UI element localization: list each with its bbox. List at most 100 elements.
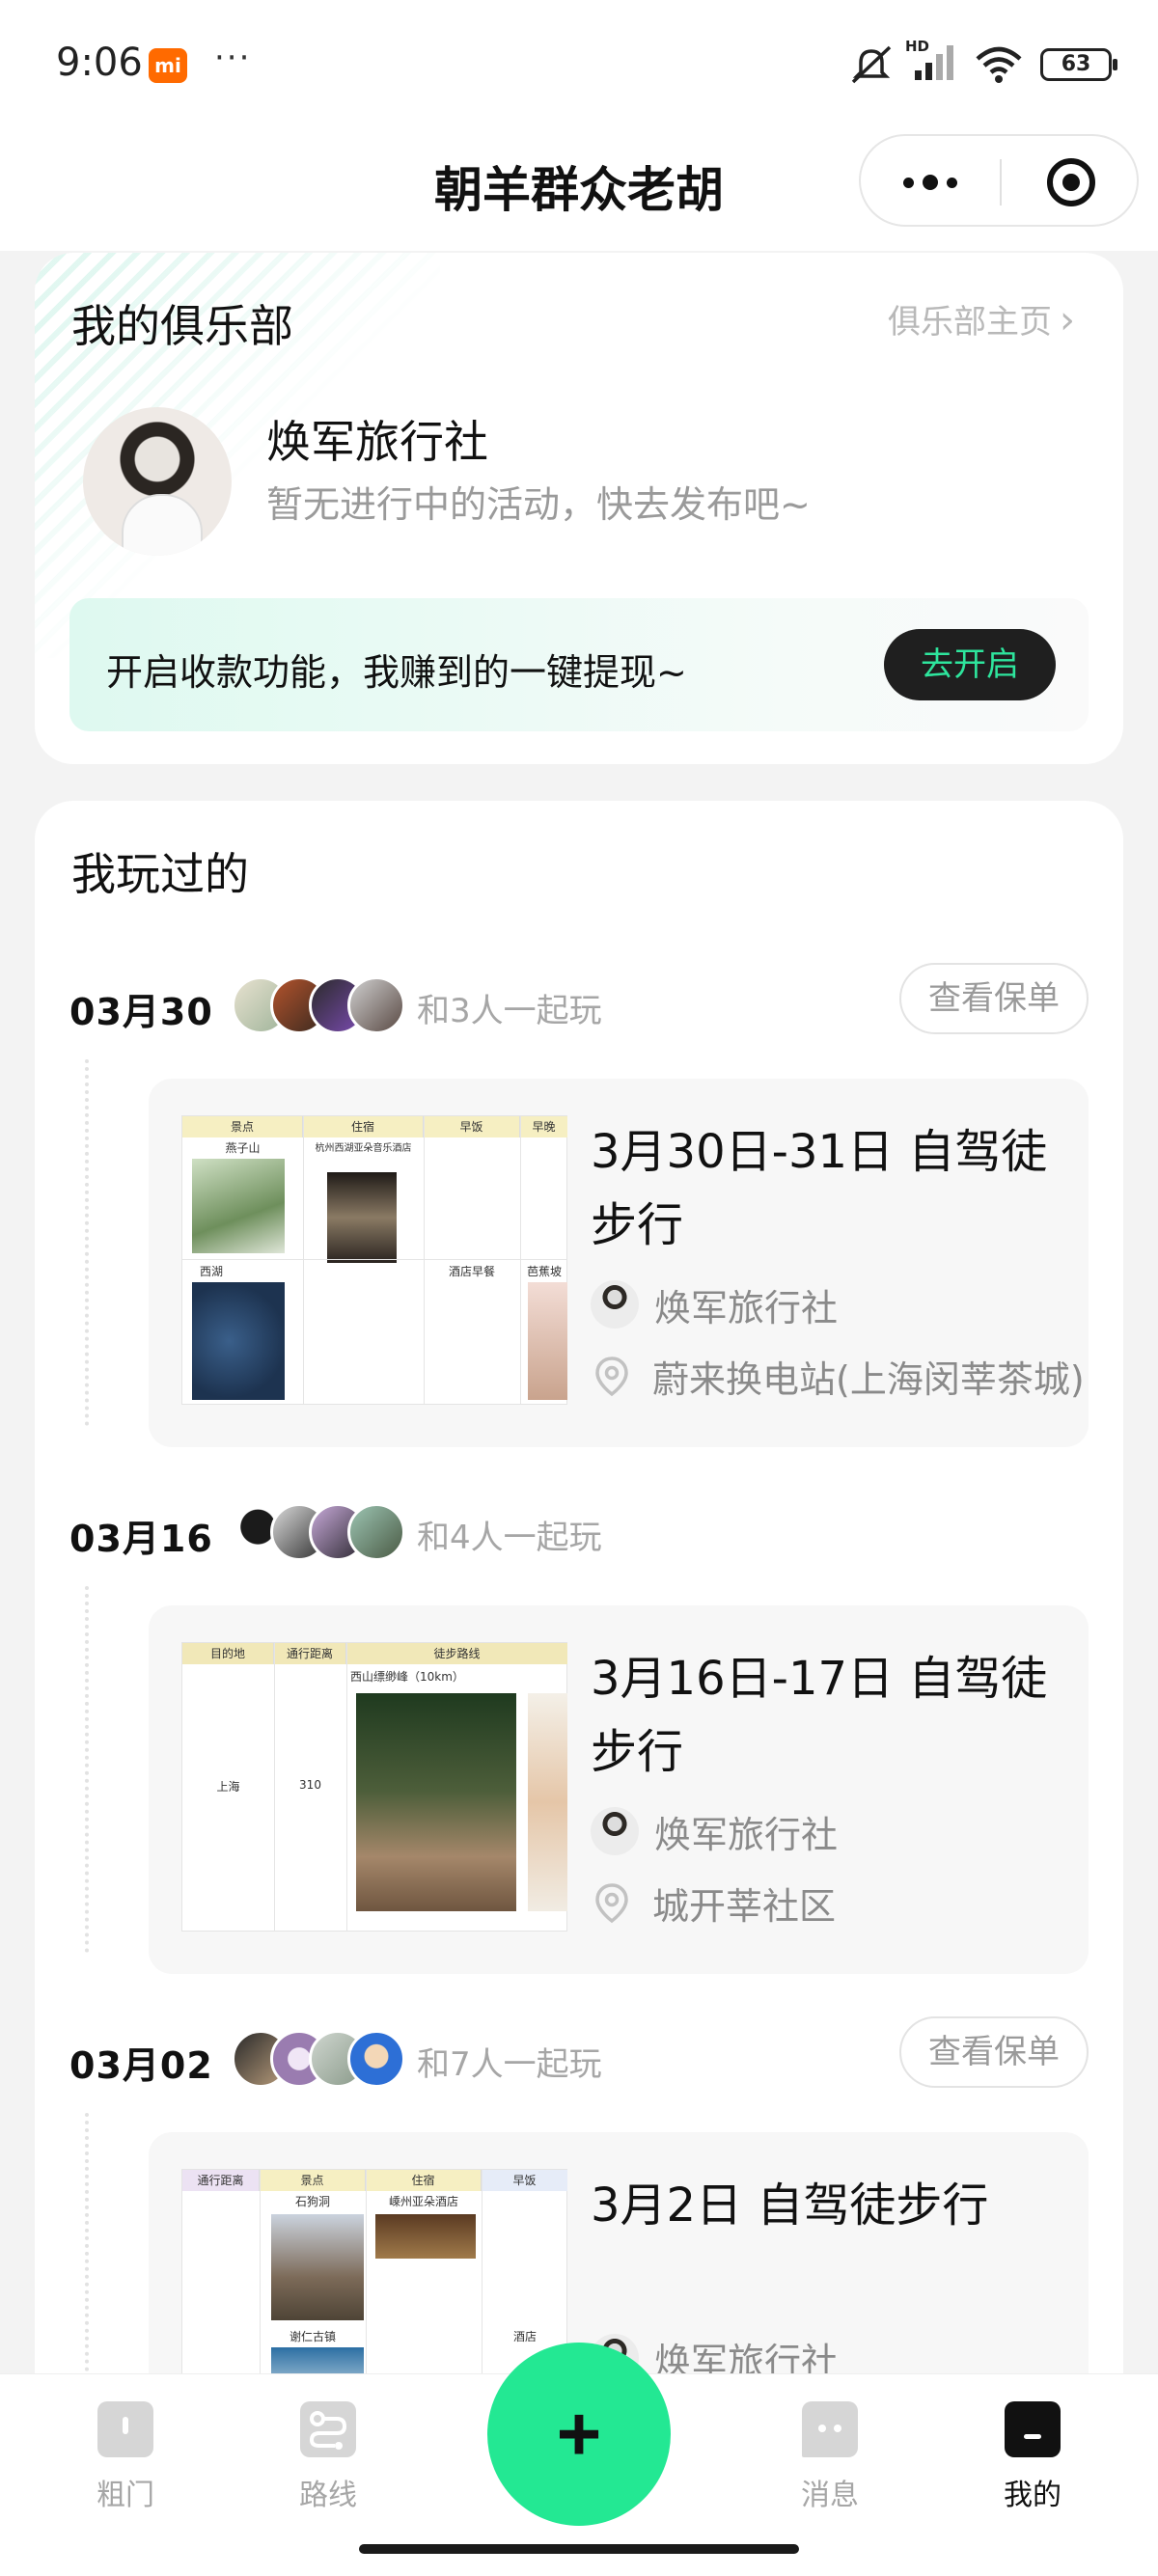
hotel-image [327,1172,397,1263]
grid-line [303,1116,304,1404]
thumb-cell: 芭蕉坡 [526,1265,562,1278]
activity-location: 蔚来换电站(上海闵莘茶城) [591,1351,1085,1401]
avatar [347,2030,405,2088]
entry-date: 03月02 [69,2044,213,2087]
status-bar: 9:06 mi ··· HD 63 [0,0,1158,130]
promo-text: 开启收款功能，我赚到的一键提现~ [106,651,687,694]
club-status-text: 暂无进行中的活动，快去发布吧~ [266,483,811,526]
club-name[interactable]: 焕军旅行社 [266,407,488,471]
dot-icon [947,177,957,188]
tab-label: 我的 [1004,2479,1062,2512]
close-mini-program-button[interactable] [1002,136,1141,229]
activity-title: 3月30日-31日 自驾徒步行 [591,1125,1048,1252]
thumb-header: 早晚 [520,1116,567,1137]
grid-line [346,1643,347,1931]
activity-location-text: 城开莘社区 [652,1884,837,1928]
activity-club-name: 焕军旅行社 [654,1286,839,1329]
battery-icon: 63 [1040,48,1117,81]
with-participants-text: 和3人一起玩 [417,992,602,1030]
activity-thumbnail: 景点 住宿 早饭 早晚 燕子山 杭州西湖亚朵音乐酒店 西湖 酒店早餐 芭蕉坡 [181,1115,567,1405]
tab-label: 粗门 [96,2479,154,2512]
thumb-cell: 谢仁古镇 [289,2330,336,2343]
side-image [528,1693,567,1911]
wifi-icon [976,46,1022,83]
activity-title: 3月16日-17日 自驾徒步行 [591,1652,1048,1779]
entry-date: 03月16 [69,1518,213,1560]
signal-icon: HD [905,38,957,86]
thumb-cell: 酒店 [512,2330,537,2343]
network-label: HD [905,38,930,55]
avatar [347,1503,405,1561]
thumb-header: 住宿 [366,2170,482,2191]
tab-mine[interactable]: 我的 [975,2401,1090,2513]
view-policy-button[interactable]: 查看保单 [899,963,1089,1034]
tab-label: 路线 [299,2479,357,2512]
status-time: 9:06 [56,41,143,85]
home-indicator [359,2544,799,2554]
home-tab-icon [97,2401,153,2457]
grid-line [520,1116,521,1404]
activity-card[interactable]: 目的地 通行距离 徒步路线 上海 310 西山缥缈峰（10km） 3月16日-1… [149,1605,1089,1974]
activity-thumbnail: 目的地 通行距离 徒步路线 上海 310 西山缥缈峰（10km） [181,1642,567,1932]
profile-icon [1005,2401,1061,2457]
club-mini-avatar [591,1280,639,1329]
grid-line [424,1116,425,1404]
message-icon [802,2401,858,2457]
view-policy-button[interactable]: 查看保单 [899,2016,1089,2088]
thumb-cell: 嵊州亚朵酒店 [388,2195,458,2208]
activity-club: 焕军旅行社 [591,1806,838,1856]
thumb-cell: 310 [299,1778,321,1792]
thumb-cell: 石狗洞 [294,2195,330,2208]
mi-icon: mi [149,48,187,83]
tab-routes[interactable]: 路线 [270,2401,386,2513]
participant-avatars[interactable] [232,2030,405,2088]
thumb-cell: 酒店早餐 [448,1265,495,1278]
timeline-line [85,1586,89,1953]
activity-club: 焕军旅行社 [591,1279,838,1329]
activity-club-name: 焕军旅行社 [654,1813,839,1856]
thumb-cell: 西湖 [199,1265,223,1278]
thumb-header: 早饭 [482,2170,567,2191]
mute-icon [851,45,892,84]
tab-messages[interactable]: 消息 [772,2401,888,2513]
more-menu-button[interactable] [861,136,1000,229]
target-icon [1047,158,1095,206]
with-participants-text: 和4人一起玩 [417,1519,602,1557]
activity-card[interactable]: 景点 住宿 早饭 早晚 燕子山 杭州西湖亚朵音乐酒店 西湖 酒店早餐 芭蕉坡 3… [149,1079,1089,1447]
thumb-cell: 上海 [216,1780,240,1794]
hotel-photo [375,2214,476,2259]
grid-line [182,1259,566,1260]
enable-payment-button[interactable]: 去开启 [884,629,1056,700]
lake-map-image [192,1282,285,1400]
club-home-link[interactable]: 俱乐部主页 [888,295,1075,343]
thumb-header: 住宿 [303,1116,424,1137]
thumb-header: 景点 [260,2170,366,2191]
app-header: 朝羊群众老胡 [0,130,1158,251]
thumb-header: 目的地 [182,1643,274,1664]
thumb-cell: 燕子山 [225,1141,261,1155]
entry-date: 03月30 [69,991,213,1033]
create-activity-button[interactable]: + [487,2343,671,2526]
with-participants-text: 和7人一起玩 [417,2045,602,2084]
status-icons: HD 63 [847,38,1117,89]
dot-icon [903,177,914,188]
tab-cumen[interactable]: 粗门 [68,2401,183,2513]
activity-title: 3月2日 自驾徒步行 [591,2179,989,2233]
mountain-photo [271,2214,364,2320]
activity-location-text: 蔚来换电站(上海闵莘茶城) [652,1357,1085,1401]
grid-line [274,1643,275,1931]
participant-avatars[interactable] [232,976,405,1034]
played-activities-card: 我玩过的 03月30 和3人一起玩 查看保单 景点 住宿 早饭 早晚 燕子山 杭… [35,801,1123,2441]
location-pin-icon [595,1357,628,1397]
my-club-title: 我的俱乐部 [71,300,293,352]
avatar [347,976,405,1034]
club-avatar[interactable] [83,407,232,556]
participant-avatars[interactable] [232,1503,405,1561]
thumb-header: 徒步路线 [346,1643,567,1664]
thumb-header: 通行距离 [182,2170,260,2191]
thumb-cell: 杭州西湖亚朵音乐酒店 [315,1143,412,1154]
hiking-photo [356,1693,516,1911]
played-title: 我玩过的 [71,848,249,900]
thumb-cell: 西山缥缈峰（10km） [350,1670,464,1684]
thumb-header: 早饭 [424,1116,520,1137]
